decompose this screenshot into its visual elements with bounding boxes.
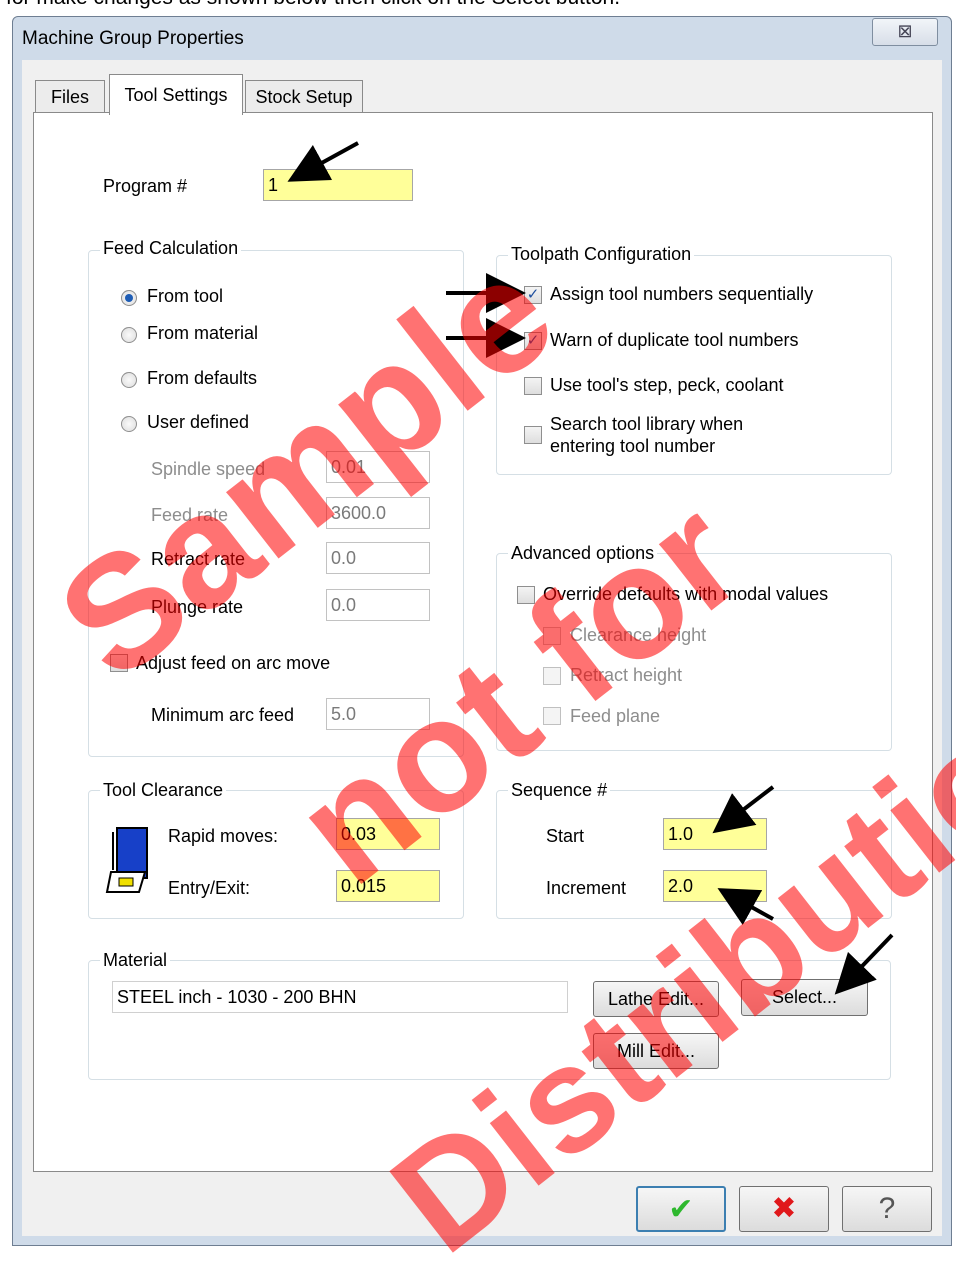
arrow-program-number xyxy=(287,141,359,182)
arrow-sequence-increment xyxy=(717,888,774,926)
annotation-arrows xyxy=(287,141,894,995)
arrow-sequence-start xyxy=(712,785,775,834)
arrow-select-button xyxy=(834,933,894,995)
